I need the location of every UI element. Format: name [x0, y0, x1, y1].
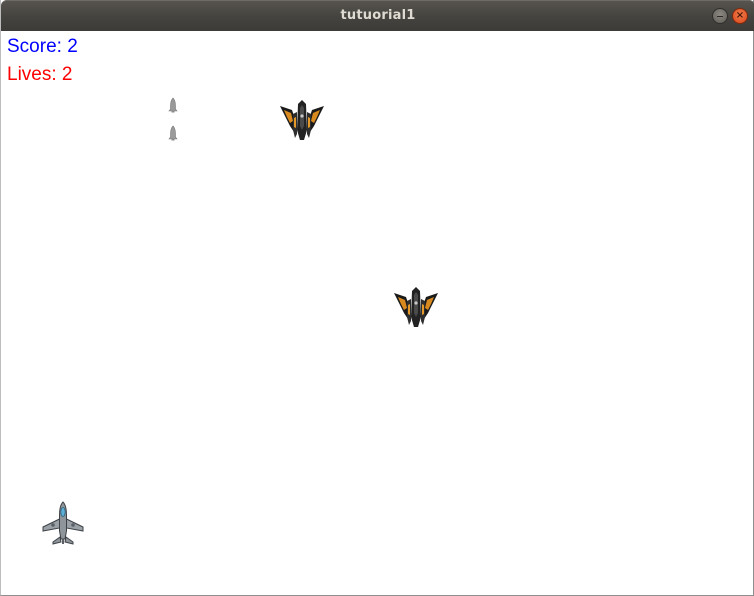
enemy-bullet: [168, 97, 178, 113]
player-plane[interactable]: [40, 501, 86, 547]
enemy-ship: [280, 100, 324, 140]
enemy-ship: [394, 287, 438, 327]
minimize-button[interactable]: [712, 8, 728, 24]
enemy-ship-icon: [280, 100, 324, 140]
game-canvas[interactable]: Score: 2 Lives: 2: [2, 31, 753, 594]
bullet-icon: [168, 97, 178, 113]
bullet-icon: [168, 125, 178, 141]
enemy-bullet: [168, 125, 178, 141]
fighter-plane-icon: [42, 501, 84, 545]
close-button[interactable]: ×: [732, 8, 748, 24]
game-window: tutuorial1 × Score: 2 Lives: 2: [0, 0, 754, 596]
lives-label: Lives: 2: [7, 64, 73, 85]
close-icon: ×: [735, 10, 745, 21]
title-bar[interactable]: tutuorial1 ×: [1, 0, 754, 31]
window-title: tutuorial1: [340, 8, 416, 23]
enemy-ship-icon: [394, 287, 438, 327]
score-label: Score: 2: [7, 36, 78, 57]
